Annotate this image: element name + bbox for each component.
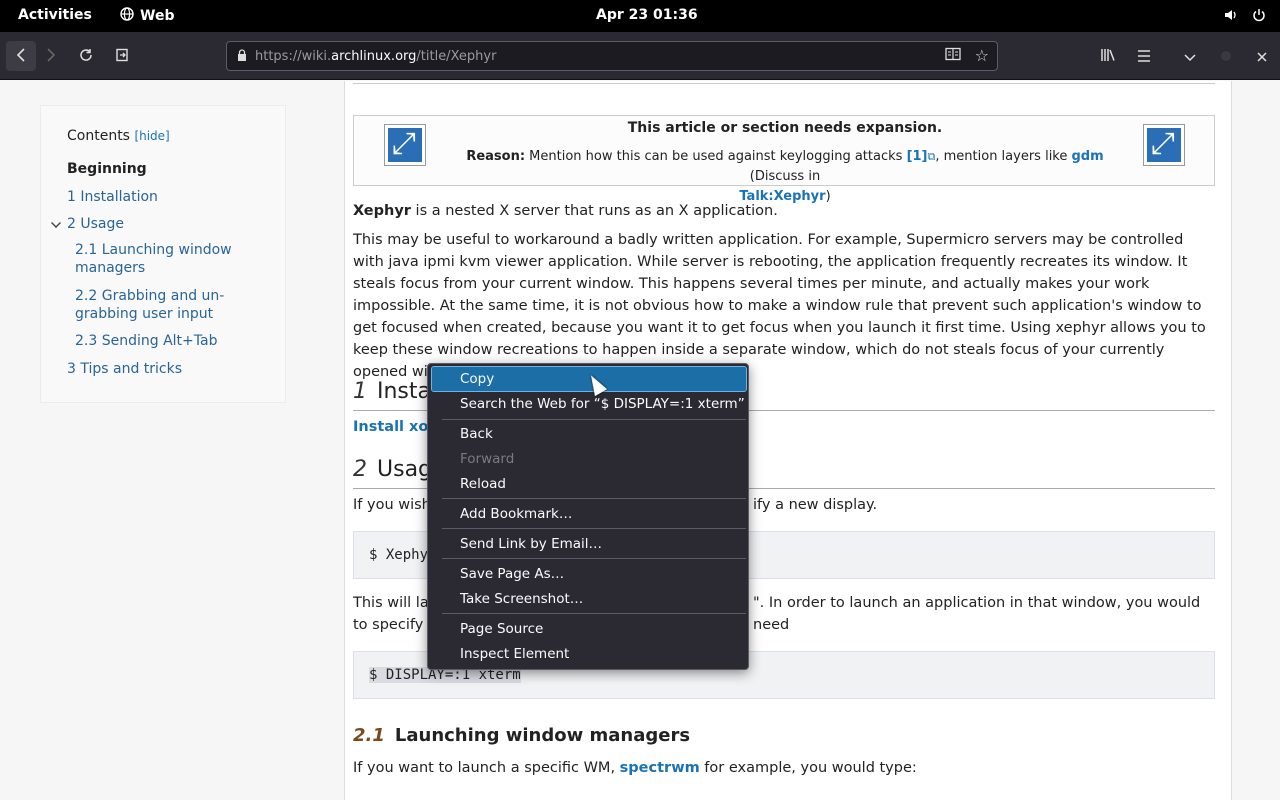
system-tray[interactable]: [1224, 8, 1266, 26]
section-launching-wm-heading: 2.1 Launching window managers: [353, 725, 690, 746]
close-icon: [1257, 47, 1267, 66]
bookmark-star-icon[interactable]: ☆: [975, 46, 989, 65]
url-host: archlinux.org: [331, 48, 417, 64]
reason-mid: , mention layers like: [935, 149, 1072, 164]
save-to-pocket-button[interactable]: [107, 41, 137, 71]
back-icon: [16, 47, 26, 66]
toc-item-launching-wm-cont[interactable]: managers: [75, 259, 145, 277]
menu-item-save-page[interactable]: Save Page As…: [432, 562, 746, 586]
back-button[interactable]: [6, 41, 36, 71]
app-menu[interactable]: Web: [120, 7, 174, 25]
toc-title: Contents [hide]: [67, 128, 170, 144]
minimize-icon: [1220, 47, 1232, 66]
toc-heading: Contents: [67, 128, 130, 144]
forward-button[interactable]: [36, 41, 66, 71]
power-icon[interactable]: [1252, 8, 1266, 26]
code-text: $ Xephy: [369, 547, 429, 563]
section-title: Usag: [377, 457, 433, 482]
wm-text-end: for example, you would type:: [699, 760, 917, 776]
section-number: 2: [353, 457, 367, 482]
menu-item-forward[interactable]: Forward: [432, 447, 746, 471]
section-number: 2.1: [353, 725, 385, 746]
toc-item-grabbing-cont[interactable]: grabbing user input: [75, 305, 213, 323]
chevron-down-icon: [1184, 47, 1196, 66]
library-icon: [1100, 47, 1116, 66]
clock[interactable]: Apr 23 01:36: [596, 7, 698, 23]
divider: [353, 81, 1215, 84]
section-number: 1: [353, 379, 367, 404]
table-of-contents: Contents [hide] Beginning 1 Installation…: [40, 105, 286, 403]
context-menu: Copy Search the Web for “$ DISPLAY=:1 xt…: [427, 363, 749, 670]
reload-button[interactable]: [71, 41, 101, 71]
toc-item-launching-wm[interactable]: 2.1 Launching window: [75, 241, 232, 259]
toc-hide-link[interactable]: [hide]: [134, 129, 169, 143]
lock-icon[interactable]: [237, 48, 247, 64]
menu-item-send-link[interactable]: Send Link by Email…: [432, 532, 746, 556]
gnome-top-bar: Activities Web Apr 23 01:36: [0, 0, 1280, 32]
toc-item-grabbing[interactable]: 2.2 Grabbing and un-: [75, 287, 224, 305]
menu-icon: [1137, 47, 1151, 66]
toc-item-beginning[interactable]: Beginning: [67, 160, 147, 178]
reload-icon: [79, 47, 93, 66]
menu-item-search-web[interactable]: Search the Web for “$ DISPLAY=:1 xterm”: [432, 392, 746, 416]
menu-item-page-source[interactable]: Page Source: [432, 617, 746, 641]
menu-separator: [442, 613, 746, 614]
menu-item-add-bookmark[interactable]: Add Bookmark…: [432, 502, 746, 526]
spectrwm-link[interactable]: spectrwm: [620, 760, 700, 776]
menu-separator: [442, 498, 746, 499]
library-button[interactable]: [1093, 41, 1123, 71]
usage-paragraph-end: ify a new display.: [753, 497, 878, 513]
section-title: Insta: [377, 379, 432, 404]
volume-icon[interactable]: [1224, 8, 1238, 26]
toc-item-tips[interactable]: 3 Tips and tricks: [67, 360, 182, 378]
toc-item-usage[interactable]: 2 Usage: [67, 215, 124, 233]
discuss-text: (Discuss in: [749, 169, 821, 184]
reason-text: Mention how this can be used against key…: [525, 149, 907, 164]
menu-separator: [442, 558, 746, 559]
activities-button[interactable]: Activities: [18, 7, 92, 23]
toc-item-alt-tab[interactable]: 2.3 Sending Alt+Tab: [75, 332, 217, 350]
intro-text: is a nested X server that runs as an X a…: [410, 203, 778, 219]
reader-view-icon[interactable]: [945, 47, 961, 65]
browser-toolbar: https://wiki. archlinux.org/title/Xephyr …: [0, 32, 1280, 80]
intro-paragraph: Xephyr is a nested X server that runs as…: [353, 200, 1217, 222]
globe-icon: [120, 7, 134, 25]
description-paragraph: This may be useful to workaround a badly…: [353, 232, 1206, 380]
wm-paragraph: If you want to launch a specific WM, spe…: [353, 757, 1217, 779]
toc-item-installation[interactable]: 1 Installation: [67, 188, 158, 206]
close-window-button[interactable]: [1247, 41, 1277, 71]
notice-reason: Reason: Mention how this can be used aga…: [454, 147, 1116, 207]
reason-label: Reason:: [466, 149, 526, 164]
minimize-button[interactable]: [1211, 41, 1241, 71]
menu-item-back[interactable]: Back: [432, 422, 746, 446]
url-path: /title/Xephyr: [416, 48, 497, 64]
menu-separator: [442, 419, 746, 420]
forward-icon: [46, 47, 56, 66]
notice-title: This article or section needs expansion.: [627, 120, 943, 136]
section-title: Launching window managers: [394, 725, 691, 746]
window-menu-button[interactable]: [1175, 41, 1205, 71]
menu-item-reload[interactable]: Reload: [432, 472, 746, 496]
ref-link[interactable]: [1]: [907, 149, 928, 164]
url-prefix: https://wiki.: [255, 48, 332, 64]
address-bar[interactable]: https://wiki. archlinux.org/title/Xephyr …: [226, 41, 998, 71]
gdm-link[interactable]: gdm: [1072, 149, 1104, 164]
app-name: Web: [140, 8, 175, 24]
menu-separator: [442, 528, 746, 529]
intro-bold: Xephyr: [353, 203, 411, 219]
menu-item-take-screenshot[interactable]: Take Screenshot…: [432, 587, 746, 611]
chevron-down-icon[interactable]: [51, 218, 61, 228]
menu-item-inspect-element[interactable]: Inspect Element: [432, 642, 746, 666]
wm-text-start: If you want to launch a specific WM,: [353, 760, 620, 776]
page-action-icon: [115, 47, 129, 66]
expand-icon: [1143, 124, 1185, 166]
expansion-notice: This article or section needs expansion.…: [353, 115, 1215, 204]
menu-button[interactable]: [1129, 41, 1159, 71]
